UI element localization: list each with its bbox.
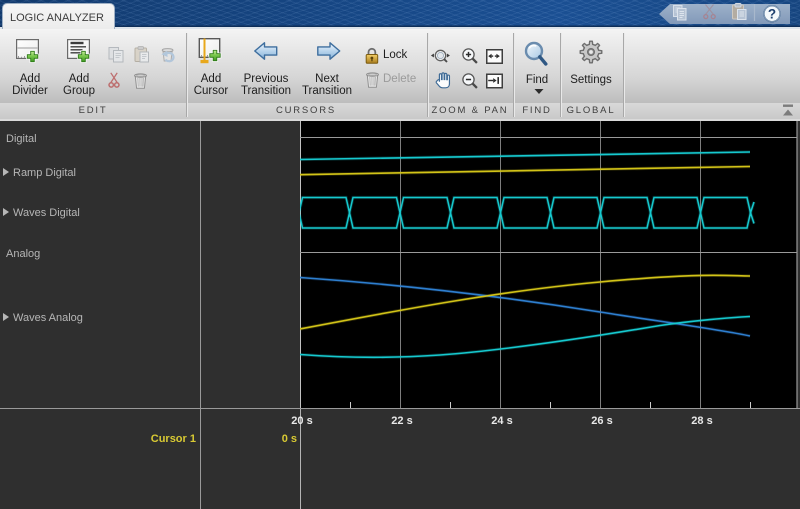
svg-text:?: ? xyxy=(768,6,776,21)
